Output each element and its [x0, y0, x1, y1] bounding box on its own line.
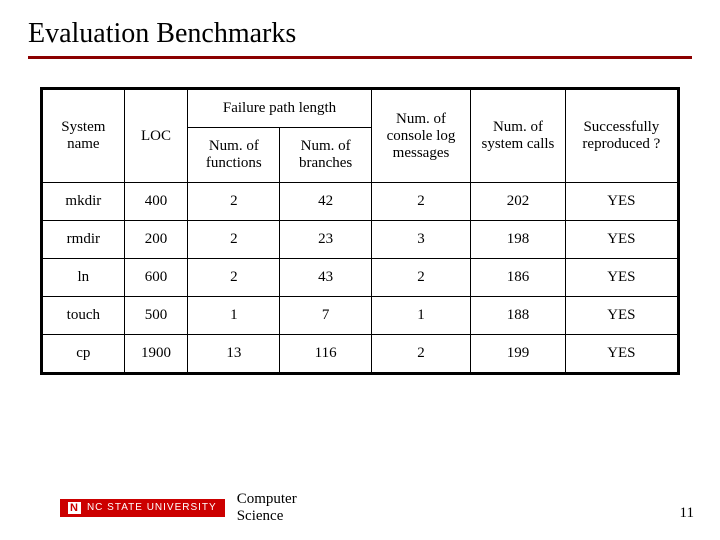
- cell-loc: 1900: [124, 335, 188, 374]
- cell-repro: YES: [565, 335, 678, 374]
- cell-nfunc: 1: [188, 297, 280, 335]
- department-line2: Science: [237, 508, 297, 525]
- col-system-name: System name: [42, 89, 125, 183]
- cell-loc: 600: [124, 259, 188, 297]
- cell-nbranch: 43: [280, 259, 371, 297]
- ncstate-logo: N NC STATE UNIVERSITY: [60, 499, 225, 517]
- cell-nbranch: 42: [280, 183, 371, 221]
- department-line1: Computer: [237, 491, 297, 508]
- cell-loc: 400: [124, 183, 188, 221]
- cell-nconsole: 3: [371, 221, 470, 259]
- col-num-syscalls: Num. of system calls: [471, 89, 566, 183]
- cell-loc: 200: [124, 221, 188, 259]
- benchmarks-table: System name LOC Failure path length Num.…: [40, 87, 680, 375]
- col-reproduced: Successfully reproduced ?: [565, 89, 678, 183]
- title-rule: [28, 56, 692, 59]
- cell-nsyscall: 188: [471, 297, 566, 335]
- cell-repro: YES: [565, 221, 678, 259]
- ncstate-logo-mark: N: [68, 502, 81, 514]
- cell-nconsole: 1: [371, 297, 470, 335]
- cell-nfunc: 13: [188, 335, 280, 374]
- cell-repro: YES: [565, 183, 678, 221]
- cell-nbranch: 116: [280, 335, 371, 374]
- cell-nsyscall: 202: [471, 183, 566, 221]
- col-loc: LOC: [124, 89, 188, 183]
- cell-name: ln: [42, 259, 125, 297]
- footer: N NC STATE UNIVERSITY Computer Science: [60, 491, 297, 524]
- col-failure-path-length: Failure path length: [188, 89, 372, 128]
- cell-repro: YES: [565, 297, 678, 335]
- page-number: 11: [680, 505, 694, 522]
- cell-nsyscall: 186: [471, 259, 566, 297]
- cell-name: mkdir: [42, 183, 125, 221]
- table-row: cp1900131162199YES: [42, 335, 679, 374]
- cell-nfunc: 2: [188, 183, 280, 221]
- cell-nconsole: 2: [371, 259, 470, 297]
- col-num-console: Num. of console log messages: [371, 89, 470, 183]
- cell-name: touch: [42, 297, 125, 335]
- cell-nconsole: 2: [371, 183, 470, 221]
- col-num-functions: Num. of functions: [188, 128, 280, 183]
- cell-nconsole: 2: [371, 335, 470, 374]
- cell-name: rmdir: [42, 221, 125, 259]
- table-row: ln6002432186YES: [42, 259, 679, 297]
- page-title: Evaluation Benchmarks: [28, 18, 692, 50]
- cell-nsyscall: 198: [471, 221, 566, 259]
- cell-nbranch: 7: [280, 297, 371, 335]
- cell-nfunc: 2: [188, 259, 280, 297]
- cell-loc: 500: [124, 297, 188, 335]
- cell-nfunc: 2: [188, 221, 280, 259]
- table-row: touch500171188YES: [42, 297, 679, 335]
- cell-repro: YES: [565, 259, 678, 297]
- table-row: rmdir2002233198YES: [42, 221, 679, 259]
- cell-name: cp: [42, 335, 125, 374]
- department-label: Computer Science: [237, 491, 297, 524]
- table-row: mkdir4002422202YES: [42, 183, 679, 221]
- cell-nsyscall: 199: [471, 335, 566, 374]
- ncstate-logo-text: NC STATE UNIVERSITY: [87, 502, 217, 513]
- col-num-branches: Num. of branches: [280, 128, 371, 183]
- cell-nbranch: 23: [280, 221, 371, 259]
